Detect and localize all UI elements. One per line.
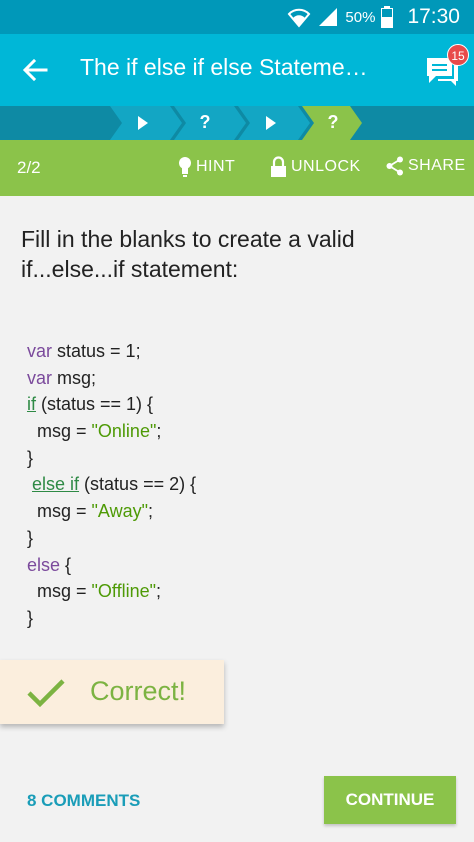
code-text: { bbox=[60, 554, 72, 575]
code-line: msg = "Away"; bbox=[27, 498, 196, 525]
code-line: } bbox=[27, 527, 34, 548]
filled-blank[interactable]: if bbox=[27, 394, 36, 414]
filled-blank[interactable]: else if bbox=[32, 474, 79, 494]
code-line: msg = "Offline"; bbox=[27, 578, 196, 605]
unlock-button[interactable]: UNLOCK bbox=[270, 156, 361, 178]
lock-icon bbox=[271, 156, 286, 177]
code-string: "Offline" bbox=[91, 581, 157, 602]
code-keyword: var bbox=[27, 341, 53, 361]
code-text: ; bbox=[148, 501, 154, 522]
code-line: if (status == 1) { bbox=[27, 391, 196, 418]
step-label: ? bbox=[327, 112, 339, 132]
back-arrow-icon[interactable] bbox=[18, 52, 54, 88]
status-bar: 50% 17:30 bbox=[0, 0, 474, 34]
result-label: Correct! bbox=[90, 676, 187, 706]
step-label: ? bbox=[199, 112, 211, 132]
lightbulb-icon bbox=[179, 157, 191, 177]
code-text: (status == 2) { bbox=[79, 474, 197, 495]
page-title: The if else if else Stateme… bbox=[80, 54, 368, 80]
code-line: var msg; bbox=[27, 365, 196, 392]
code-text: msg = bbox=[27, 421, 92, 442]
code-keyword: var bbox=[27, 367, 53, 388]
result-banner: Correct! bbox=[0, 660, 224, 724]
code-line: } bbox=[27, 607, 34, 628]
code-text: msg = bbox=[27, 581, 92, 602]
battery-icon bbox=[381, 6, 394, 28]
lesson-progress: ? ? bbox=[0, 106, 474, 140]
code-keyword: else bbox=[27, 554, 61, 575]
code-text: msg; bbox=[52, 367, 97, 388]
continue-button[interactable]: CONTINUE bbox=[324, 776, 456, 824]
share-label: SHARE bbox=[408, 157, 466, 174]
code-string: "Away" bbox=[91, 501, 149, 522]
code-line: else if (status == 2) { bbox=[27, 471, 196, 498]
question-counter: 2/2 bbox=[17, 158, 41, 177]
checkmark-icon bbox=[27, 679, 65, 708]
wifi-icon bbox=[288, 8, 311, 28]
question-text: Fill in the blanks to create a valid if.… bbox=[21, 226, 355, 282]
code-line: else { bbox=[27, 552, 196, 579]
code-line: } bbox=[27, 447, 34, 468]
hint-button[interactable]: HINT bbox=[178, 156, 235, 178]
battery-percent: 50% bbox=[345, 8, 376, 26]
code-block: var status = 1; var msg; if (status == 1… bbox=[27, 338, 196, 632]
code-text: status = 1; bbox=[52, 341, 141, 361]
code-text: msg = bbox=[27, 501, 92, 522]
code-line: msg = "Online"; bbox=[27, 418, 196, 445]
code-text: ; bbox=[156, 581, 162, 602]
share-icon bbox=[386, 156, 403, 176]
code-text: (status == 1) { bbox=[36, 394, 154, 415]
code-string: "Online" bbox=[91, 421, 157, 442]
unlock-label: UNLOCK bbox=[291, 158, 361, 175]
comments-link[interactable]: 8 COMMENTS bbox=[27, 791, 140, 811]
signal-icon bbox=[319, 8, 338, 26]
lesson-toolbar: 2/2 HINT UNLOCK SHARE bbox=[0, 140, 474, 196]
code-text: ; bbox=[156, 421, 162, 442]
hint-label: HINT bbox=[196, 158, 236, 175]
clock: 17:30 bbox=[407, 5, 460, 28]
share-button[interactable]: SHARE bbox=[386, 156, 466, 176]
notification-badge: 15 bbox=[447, 44, 469, 66]
app-bar: The if else if else Stateme… 15 bbox=[0, 34, 474, 106]
code-line: var status = 1; bbox=[27, 338, 196, 365]
